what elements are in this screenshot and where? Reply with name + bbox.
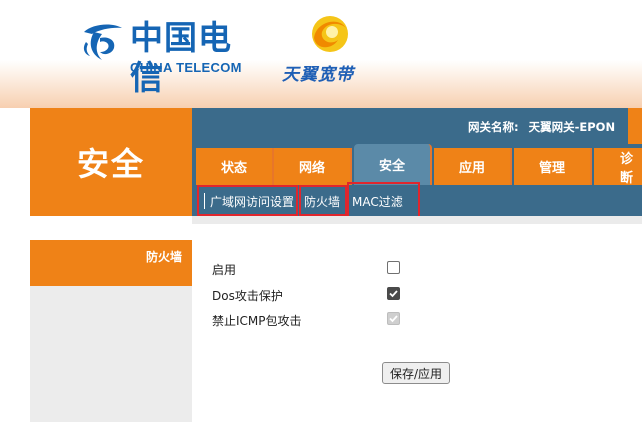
- tab-diagnostics[interactable]: 诊断: [594, 148, 642, 186]
- gateway-name-bar: 网关名称: 天翼网关-EPON: [192, 108, 642, 144]
- save-apply-button[interactable]: 保存/应用: [382, 362, 451, 384]
- firewall-option-dos: Dos攻击保护: [212, 287, 283, 304]
- tab-network[interactable]: 网络: [274, 148, 352, 185]
- firewall-option-icmp: 禁止ICMP包攻击: [212, 312, 302, 329]
- gateway-bar-accent: [628, 108, 642, 144]
- enable-checkbox[interactable]: [387, 261, 400, 274]
- gateway-name-value: 天翼网关-EPON: [528, 120, 616, 134]
- subnav-mac-filter[interactable]: MAC过滤: [352, 191, 403, 211]
- china-telecom-en-text: CHINA TELECOM: [130, 60, 242, 75]
- tab-status[interactable]: 状态: [196, 148, 274, 185]
- gateway-name-text: 网关名称: 天翼网关-EPON: [468, 119, 615, 135]
- left-menu-firewall[interactable]: 防火墙: [30, 240, 192, 286]
- left-menu: 防火墙: [30, 216, 192, 422]
- icmp-block-label: 禁止ICMP包攻击: [212, 314, 302, 328]
- tab-application[interactable]: 应用: [434, 148, 512, 185]
- enable-label: 启用: [212, 263, 237, 277]
- tianyi-swirl-icon: [312, 16, 348, 52]
- checkmark-icon: [389, 290, 398, 298]
- dos-protection-checkbox[interactable]: [387, 287, 400, 300]
- section-title: 安全: [76, 145, 145, 183]
- firewall-option-enable: 启用: [212, 261, 236, 278]
- china-telecom-logo-icon: [83, 24, 122, 60]
- china-telecom-logo: 中国电信 CHINA TELECOM: [78, 16, 253, 97]
- subnav-separator: [204, 193, 205, 209]
- tab-management[interactable]: 管理: [514, 148, 592, 185]
- left-menu-background: [30, 286, 192, 422]
- navigation-area: 网关名称: 天翼网关-EPON 状态 网络 安全 应用 管理 诊断 广域网访问设…: [192, 108, 642, 216]
- header-banner: 中国电信 CHINA TELECOM 天翼宽带: [0, 0, 642, 108]
- checkmark-icon: [389, 315, 398, 323]
- gateway-name-label: 网关名称:: [468, 120, 519, 134]
- china-telecom-cn-text: 中国电信: [130, 18, 232, 97]
- subnav-wan-access-settings[interactable]: 广域网访问设置: [210, 191, 294, 211]
- tab-security[interactable]: 安全: [354, 144, 432, 185]
- tianyi-broadband-logo: 天翼宽带: [282, 12, 372, 85]
- firewall-settings-panel: 启用 Dos攻击保护 禁止ICMP包攻击 保存/应用: [192, 216, 642, 422]
- section-header-block: 安全: [30, 108, 192, 216]
- main-tabs: 状态 网络 安全 应用 管理 诊断: [192, 144, 642, 186]
- icmp-block-checkbox[interactable]: [387, 312, 400, 325]
- dos-protection-label: Dos攻击保护: [212, 289, 283, 303]
- tianyi-broadband-text: 天翼宽带: [282, 65, 354, 85]
- security-subnav: 广域网访问设置 防火墙 MAC过滤: [192, 185, 642, 216]
- subnav-firewall[interactable]: 防火墙: [304, 191, 340, 211]
